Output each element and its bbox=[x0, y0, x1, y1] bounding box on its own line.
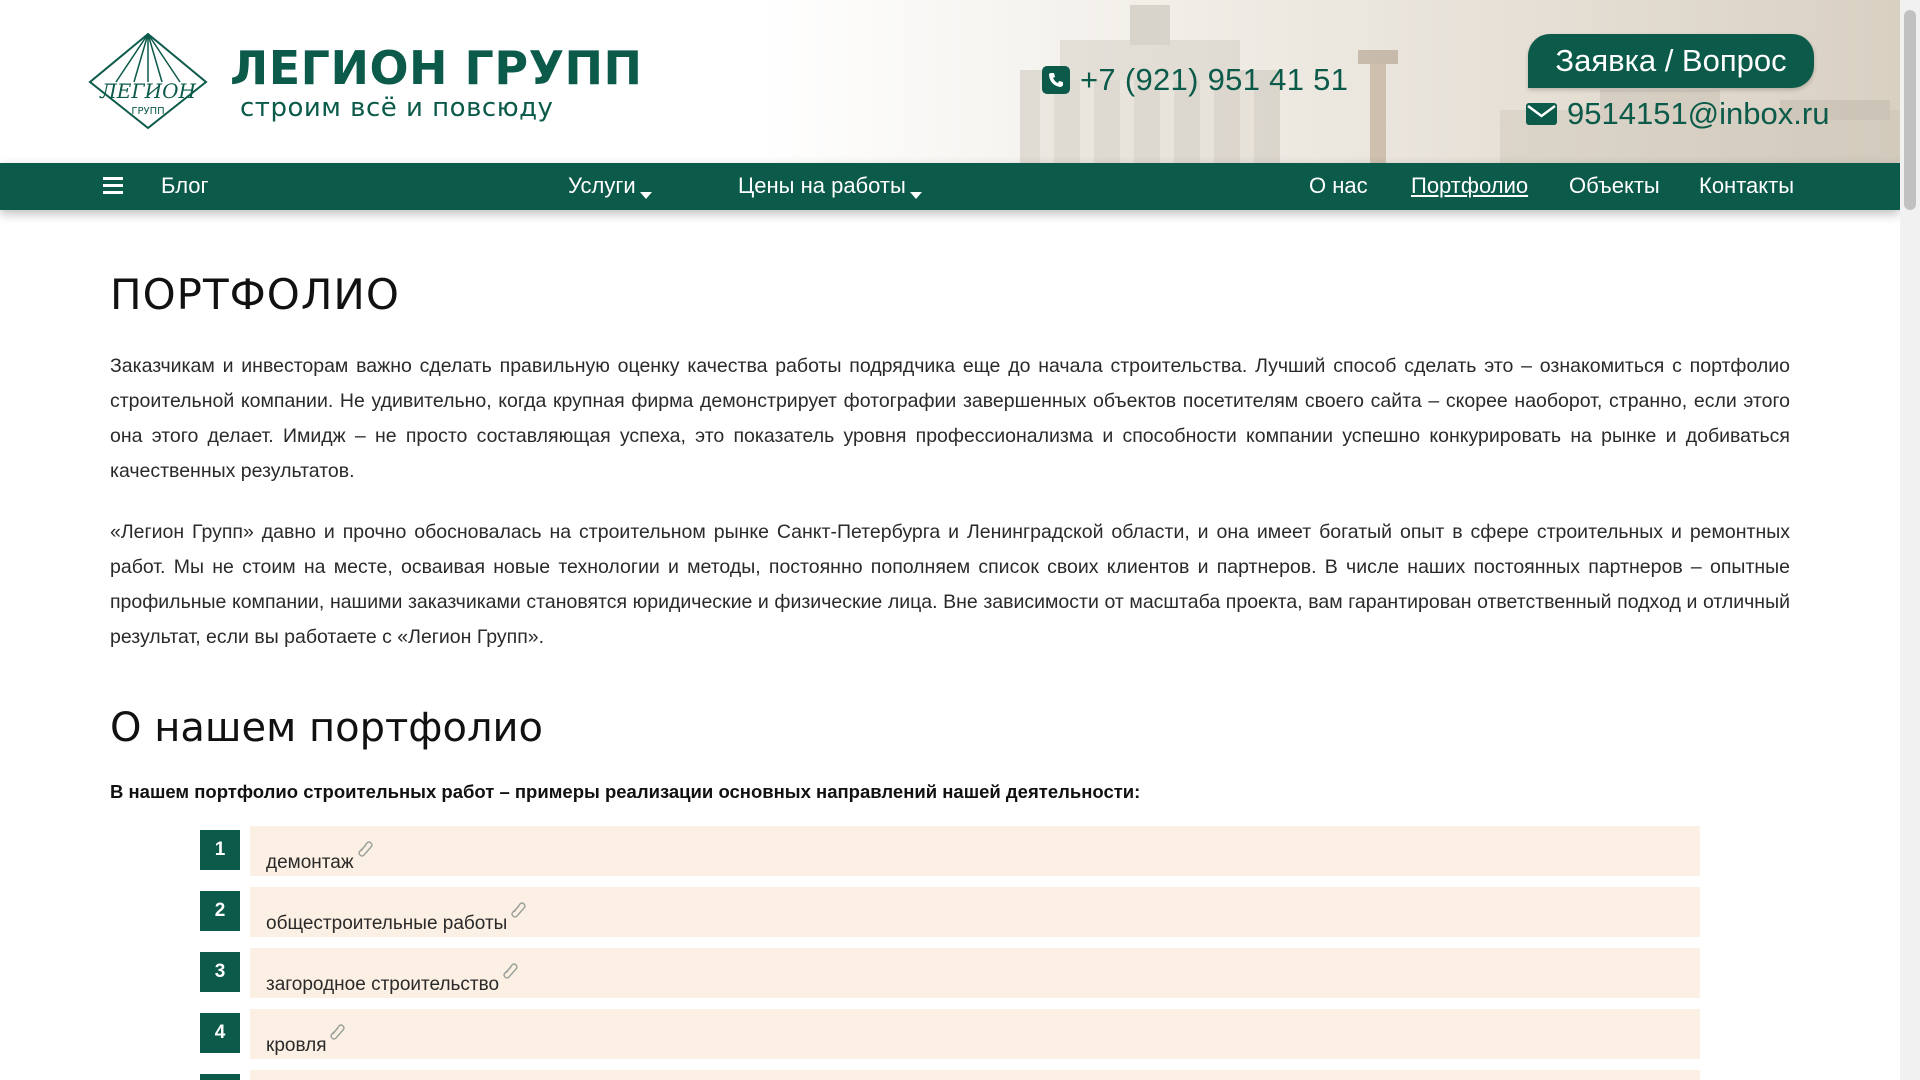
section-lead: В нашем портфолио строительных работ – п… bbox=[110, 781, 1141, 802]
intro-paragraph-2: «Легион Групп» давно и прочно обосновала… bbox=[110, 521, 1790, 648]
nav-objects[interactable]: Объекты bbox=[1569, 163, 1660, 210]
nav-contacts[interactable]: Контакты bbox=[1699, 163, 1794, 210]
item-number: 1 bbox=[200, 830, 240, 870]
brand-title: ЛЕГИОН ГРУПП bbox=[230, 41, 643, 95]
item-number: 2 bbox=[200, 891, 240, 931]
item-box[interactable]: кровля bbox=[250, 1009, 1700, 1059]
page-scrollbar[interactable] bbox=[1900, 0, 1920, 1080]
email-address: 9514151@inbox.ru bbox=[1567, 96, 1830, 131]
list-item[interactable]: 2 общестроительные работы bbox=[200, 887, 1700, 941]
phone-number: +7 (921) 951 41 51 bbox=[1080, 62, 1349, 97]
nav-blog[interactable]: Блог bbox=[161, 163, 209, 210]
item-label-wrap: кровля bbox=[266, 1023, 346, 1057]
item-number: 3 bbox=[200, 952, 240, 992]
logo-icon[interactable]: ЛЕГИОН ГРУПП bbox=[86, 32, 210, 130]
paperclip-icon[interactable] bbox=[509, 901, 527, 919]
caret-down-icon bbox=[639, 192, 652, 199]
logo-text-bottom: ГРУПП bbox=[131, 106, 164, 117]
item-label: кровля bbox=[266, 1035, 327, 1056]
brand-subtitle: строим всё и повсюду bbox=[240, 93, 554, 123]
item-label-wrap: демонтаж bbox=[266, 840, 374, 874]
nav-portfolio[interactable]: Портфолио bbox=[1411, 163, 1528, 210]
list-item-partial[interactable] bbox=[200, 1070, 1700, 1080]
site-header: ЛЕГИОН ГРУПП ЛЕГИОН ГРУПП строим всё и п… bbox=[0, 0, 1900, 163]
intro-paragraph-1: Заказчикам и инвесторам важно сделать пр… bbox=[110, 355, 1790, 482]
main-content: ПОРТФОЛИО Заказчикам и инвесторам важно … bbox=[110, 270, 1790, 803]
page-title: ПОРТФОЛИО bbox=[110, 270, 400, 319]
paperclip-icon[interactable] bbox=[501, 962, 519, 980]
email-link[interactable]: 9514151@inbox.ru bbox=[1526, 96, 1829, 132]
main-nav: Блог Услуги Цены на работы О нас Портфол… bbox=[0, 163, 1900, 210]
nav-services[interactable]: Услуги bbox=[568, 163, 652, 210]
item-box[interactable]: демонтаж bbox=[250, 826, 1700, 876]
item-number: 4 bbox=[200, 1013, 240, 1053]
section-title: О нашем портфолио bbox=[110, 705, 543, 751]
nav-services-label: Услуги bbox=[568, 173, 636, 198]
caret-down-icon bbox=[909, 192, 922, 199]
item-label-wrap: загородное строительство bbox=[266, 962, 519, 996]
envelope-icon bbox=[1526, 103, 1557, 125]
item-label: демонтаж bbox=[266, 852, 354, 873]
request-question-button[interactable]: Заявка / Вопрос bbox=[1528, 34, 1814, 88]
list-item[interactable]: 1 демонтаж bbox=[200, 826, 1700, 880]
brand[interactable]: ЛЕГИОН ГРУПП строим всё и повсюду bbox=[230, 42, 643, 122]
logo-text-top: ЛЕГИОН bbox=[99, 79, 196, 103]
paperclip-icon[interactable] bbox=[328, 1023, 346, 1041]
paperclip-icon[interactable] bbox=[356, 840, 374, 858]
phone-icon bbox=[1042, 66, 1070, 94]
nav-about[interactable]: О нас bbox=[1309, 163, 1368, 210]
nav-prices-label: Цены на работы bbox=[738, 173, 906, 198]
item-box[interactable]: загородное строительство bbox=[250, 948, 1700, 998]
item-box-partial[interactable] bbox=[250, 1070, 1700, 1080]
item-label: общестроительные работы bbox=[266, 913, 508, 934]
nav-prices[interactable]: Цены на работы bbox=[738, 163, 922, 210]
item-box[interactable]: общестроительные работы bbox=[250, 887, 1700, 937]
list-item[interactable]: 4 кровля bbox=[200, 1009, 1700, 1063]
item-label: загородное строительство bbox=[266, 974, 500, 995]
list-item[interactable]: 3 загородное строительство bbox=[200, 948, 1700, 1002]
menu-burger-icon[interactable] bbox=[103, 177, 123, 195]
item-number-partial bbox=[200, 1074, 240, 1080]
item-label-wrap: общестроительные работы bbox=[266, 901, 527, 935]
scrollbar-thumb[interactable] bbox=[1904, 10, 1916, 210]
phone-link[interactable]: +7 (921) 951 41 51 bbox=[1042, 62, 1348, 98]
